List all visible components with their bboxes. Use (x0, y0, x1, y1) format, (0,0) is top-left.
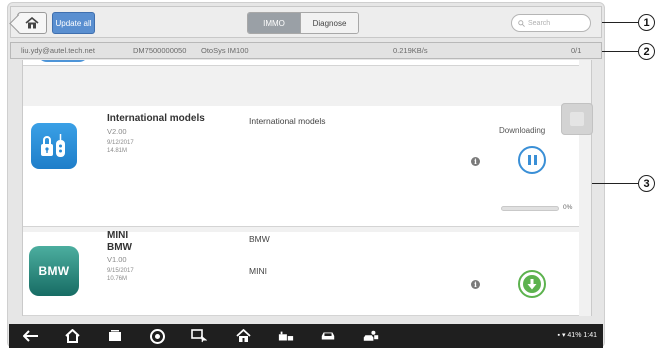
download-progress-label: 0% (563, 204, 573, 211)
home-icon (25, 17, 39, 29)
callout-3: 3 (638, 175, 655, 192)
system-nav-bar: ▪ ▾ 41% 1:41 (9, 324, 603, 348)
callout-line-1 (602, 22, 638, 23)
tab-diagnose[interactable]: Diagnose (300, 13, 358, 33)
callout-line-3 (592, 183, 638, 184)
app-version: V1.00 (107, 255, 127, 264)
battery-time: 41% 1:41 (567, 332, 597, 339)
back-icon[interactable] (23, 328, 39, 344)
list-item-international-models[interactable]: International models V2.00 9/12/2017 14.… (23, 106, 579, 227)
update-list[interactable]: International models V2.00 9/12/2017 14.… (22, 60, 592, 316)
app-description: International models (249, 116, 326, 126)
remote-icon[interactable] (191, 328, 207, 344)
app-title-line2: BMW (107, 242, 132, 253)
app-title-line1: MINI (107, 230, 129, 241)
callout-line-2 (602, 51, 638, 52)
info-icon[interactable]: i (471, 280, 480, 289)
car-icon[interactable] (320, 328, 336, 344)
autel-home-icon[interactable] (235, 328, 251, 344)
app-description-line1: BMW (249, 234, 270, 244)
home-button[interactable] (17, 12, 47, 34)
vci-icon[interactable] (278, 328, 294, 344)
app-title: International models (107, 113, 205, 124)
download-status: Downloading (499, 126, 546, 135)
update-all-button[interactable]: Update all (52, 12, 95, 34)
app-date: 9/12/2017 (107, 140, 134, 146)
search-placeholder: Search (528, 19, 551, 27)
info-icon[interactable]: i (471, 157, 480, 166)
status-icons: ▪ ▾ (557, 332, 568, 339)
scroll-handle[interactable] (561, 103, 593, 135)
app-date: 9/15/2017 (107, 268, 134, 274)
callout-2: 2 (638, 43, 655, 60)
pause-icon (527, 155, 531, 165)
app-size: 10.76M (107, 276, 128, 282)
search-input[interactable]: Search (511, 14, 591, 32)
recent-apps-icon[interactable] (107, 328, 123, 344)
system-status: ▪ ▾ 41% 1:41 (558, 331, 597, 339)
device-serial: DM7500000050 (133, 46, 187, 55)
page: Update all IMMO Diagnose Search liu.ydy@… (0, 0, 661, 350)
home-icon[interactable] (64, 328, 80, 344)
tab-immo[interactable]: IMMO (248, 13, 300, 33)
pause-button[interactable] (518, 146, 546, 174)
app-version: V2.00 (107, 127, 127, 136)
mode-tabs: IMMO Diagnose (247, 12, 359, 34)
info-bar: liu.ydy@autel.tech.net DM7500000050 OtoS… (10, 42, 602, 59)
download-count: 0/1 (571, 46, 582, 55)
callout-1: 1 (638, 14, 655, 31)
user-car-icon[interactable] (363, 328, 379, 344)
list-gap (23, 66, 579, 106)
download-speed: 0.219KB/s (393, 46, 428, 55)
search-icon (518, 19, 525, 27)
immo-key-icon (31, 123, 77, 169)
app-icon-partial (37, 60, 89, 62)
app-size: 14.81M (107, 148, 128, 154)
download-progress-bar (501, 206, 559, 211)
list-item-bmw[interactable]: BMW MINI BMW V1.00 9/15/2017 10.76M BMW … (23, 230, 579, 316)
account-email: liu.ydy@autel.tech.net (21, 46, 95, 55)
device-system: OtoSys IM100 (201, 46, 249, 55)
download-icon (523, 275, 541, 293)
bmw-app-icon: BMW (29, 246, 79, 296)
chrome-icon[interactable] (149, 328, 165, 344)
app-description-line2: MINI (249, 266, 267, 276)
download-button[interactable] (518, 270, 546, 298)
top-toolbar: Update all IMMO Diagnose Search (10, 6, 602, 38)
